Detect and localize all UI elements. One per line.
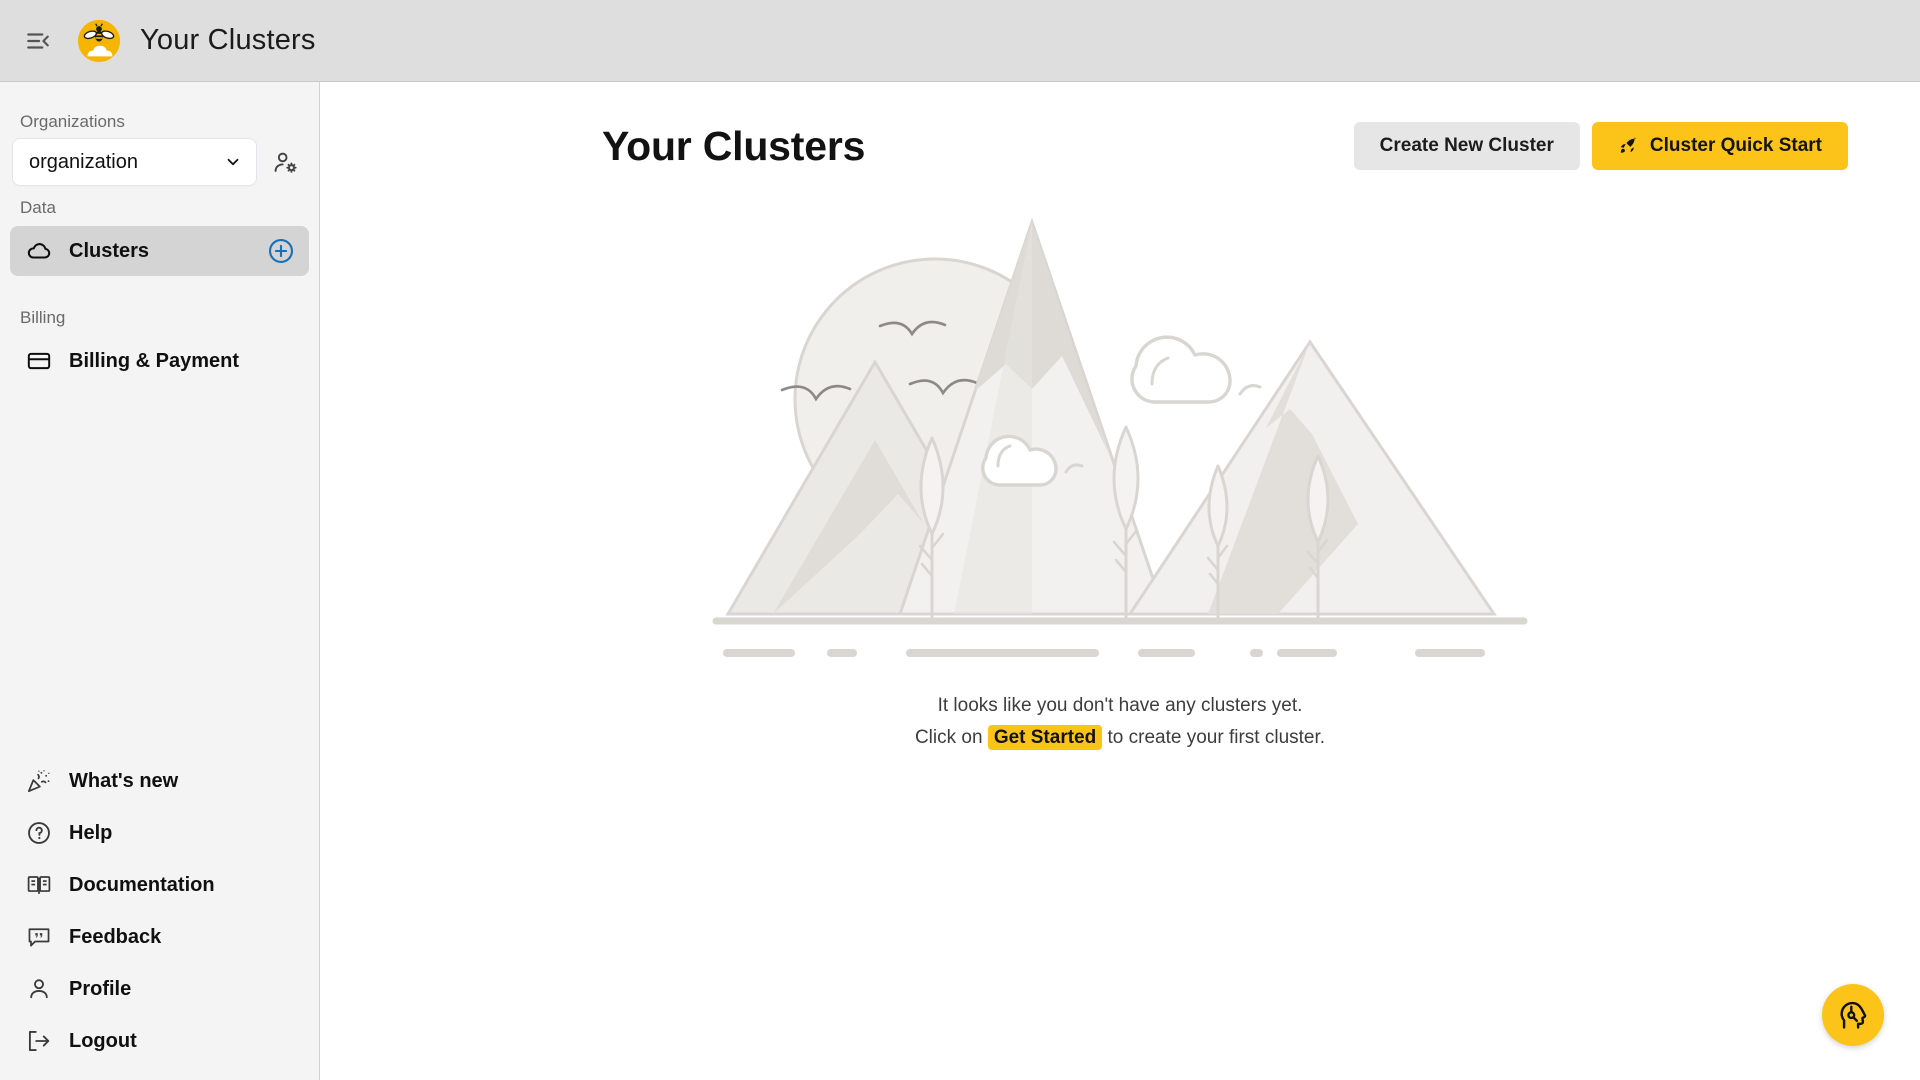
ai-head-icon	[1840, 1001, 1867, 1029]
sidebar-item-profile[interactable]: Profile	[10, 964, 309, 1014]
chevron-down-icon	[227, 158, 239, 166]
add-cluster-button[interactable]	[267, 237, 295, 265]
cluster-quick-start-label: Cluster Quick Start	[1649, 135, 1822, 156]
empty-state-line-2-prefix: Click on	[914, 727, 983, 748]
person-icon	[26, 976, 52, 1002]
sidebar-item-feedback[interactable]: Feedback	[10, 912, 309, 962]
page-title: Your Clusters	[602, 122, 866, 169]
sidebar-item-label: Profile	[69, 977, 132, 1000]
sidebar-item-clusters[interactable]: Clusters	[10, 226, 309, 276]
get-started-highlight[interactable]: Get Started	[987, 725, 1103, 750]
sidebar-section-organizations: Organizations	[20, 112, 125, 131]
header-actions: Create New Cluster Cluster Quick Start	[1353, 122, 1848, 170]
main-content: Your Clusters Create New Cluster Cluster…	[320, 82, 1920, 1080]
logout-arrow-icon	[26, 1028, 52, 1054]
sidebar-item-label: Feedback	[69, 925, 162, 948]
top-bar: Your Clusters	[0, 0, 1920, 82]
sidebar-item-label: What's new	[69, 769, 179, 792]
empty-state: It looks like you don't have any cluster…	[320, 170, 1920, 754]
user-settings-icon	[274, 152, 297, 173]
empty-state-mountains-illustration	[712, 217, 1528, 657]
empty-state-line-1: It looks like you don't have any cluster…	[937, 695, 1303, 716]
bee-cloud-logo-icon	[77, 19, 121, 62]
sidebar-item-label: Documentation	[69, 873, 215, 896]
credit-card-icon	[26, 348, 52, 374]
sidebar-item-whats-new[interactable]: What's new	[10, 756, 309, 806]
empty-state-line-2: Click on Get Started to create your firs…	[915, 722, 1325, 754]
manage-users-button[interactable]	[265, 142, 305, 182]
sidebar: Organizations organization Data Clusters…	[0, 82, 320, 1080]
empty-state-line-2-suffix: to create your first cluster.	[1107, 727, 1326, 748]
sidebar-item-trailing	[267, 237, 295, 265]
sidebar-item-label: Billing & Payment	[69, 349, 240, 372]
organization-select-value: organization	[29, 150, 138, 173]
sidebar-item-label: Help	[69, 821, 113, 844]
speech-bubble-icon	[26, 924, 52, 950]
app-root: Your Clusters Organizations organization	[0, 0, 1920, 1080]
cluster-quick-start-button[interactable]: Cluster Quick Start	[1591, 122, 1848, 170]
organization-select[interactable]: organization	[12, 138, 257, 186]
rocket-icon	[1620, 136, 1636, 153]
sidebar-item-help[interactable]: Help	[10, 808, 309, 858]
sidebar-section-data: Data	[20, 198, 56, 217]
sidebar-bottom-nav: What's new Help Documentation Feedback P…	[0, 754, 319, 1080]
collapse-sidebar-button[interactable]	[18, 21, 58, 61]
party-popper-icon	[26, 768, 52, 794]
cloud-icon	[26, 238, 52, 264]
body-split: Organizations organization Data Clusters…	[0, 82, 1920, 1080]
sidebar-item-label: Logout	[69, 1029, 137, 1052]
collapse-sidebar-icon	[27, 32, 49, 49]
sidebar-section-billing: Billing	[20, 308, 66, 327]
empty-state-text: It looks like you don't have any cluster…	[915, 690, 1325, 754]
sidebar-item-label: Clusters	[69, 239, 150, 262]
sidebar-item-documentation[interactable]: Documentation	[10, 860, 309, 910]
organization-row: organization	[0, 138, 319, 186]
open-book-icon	[26, 872, 52, 898]
app-title: Your Clusters	[140, 24, 316, 56]
question-circle-icon	[26, 820, 52, 846]
sidebar-item-billing-payment[interactable]: Billing & Payment	[10, 336, 309, 386]
app-logo[interactable]	[76, 18, 122, 64]
sidebar-item-logout[interactable]: Logout	[10, 1016, 309, 1066]
create-new-cluster-button[interactable]: Create New Cluster	[1353, 122, 1580, 170]
main-header: Your Clusters Create New Cluster Cluster…	[320, 82, 1920, 170]
ai-assistant-button[interactable]	[1822, 984, 1884, 1046]
plus-circle-icon	[268, 238, 294, 264]
